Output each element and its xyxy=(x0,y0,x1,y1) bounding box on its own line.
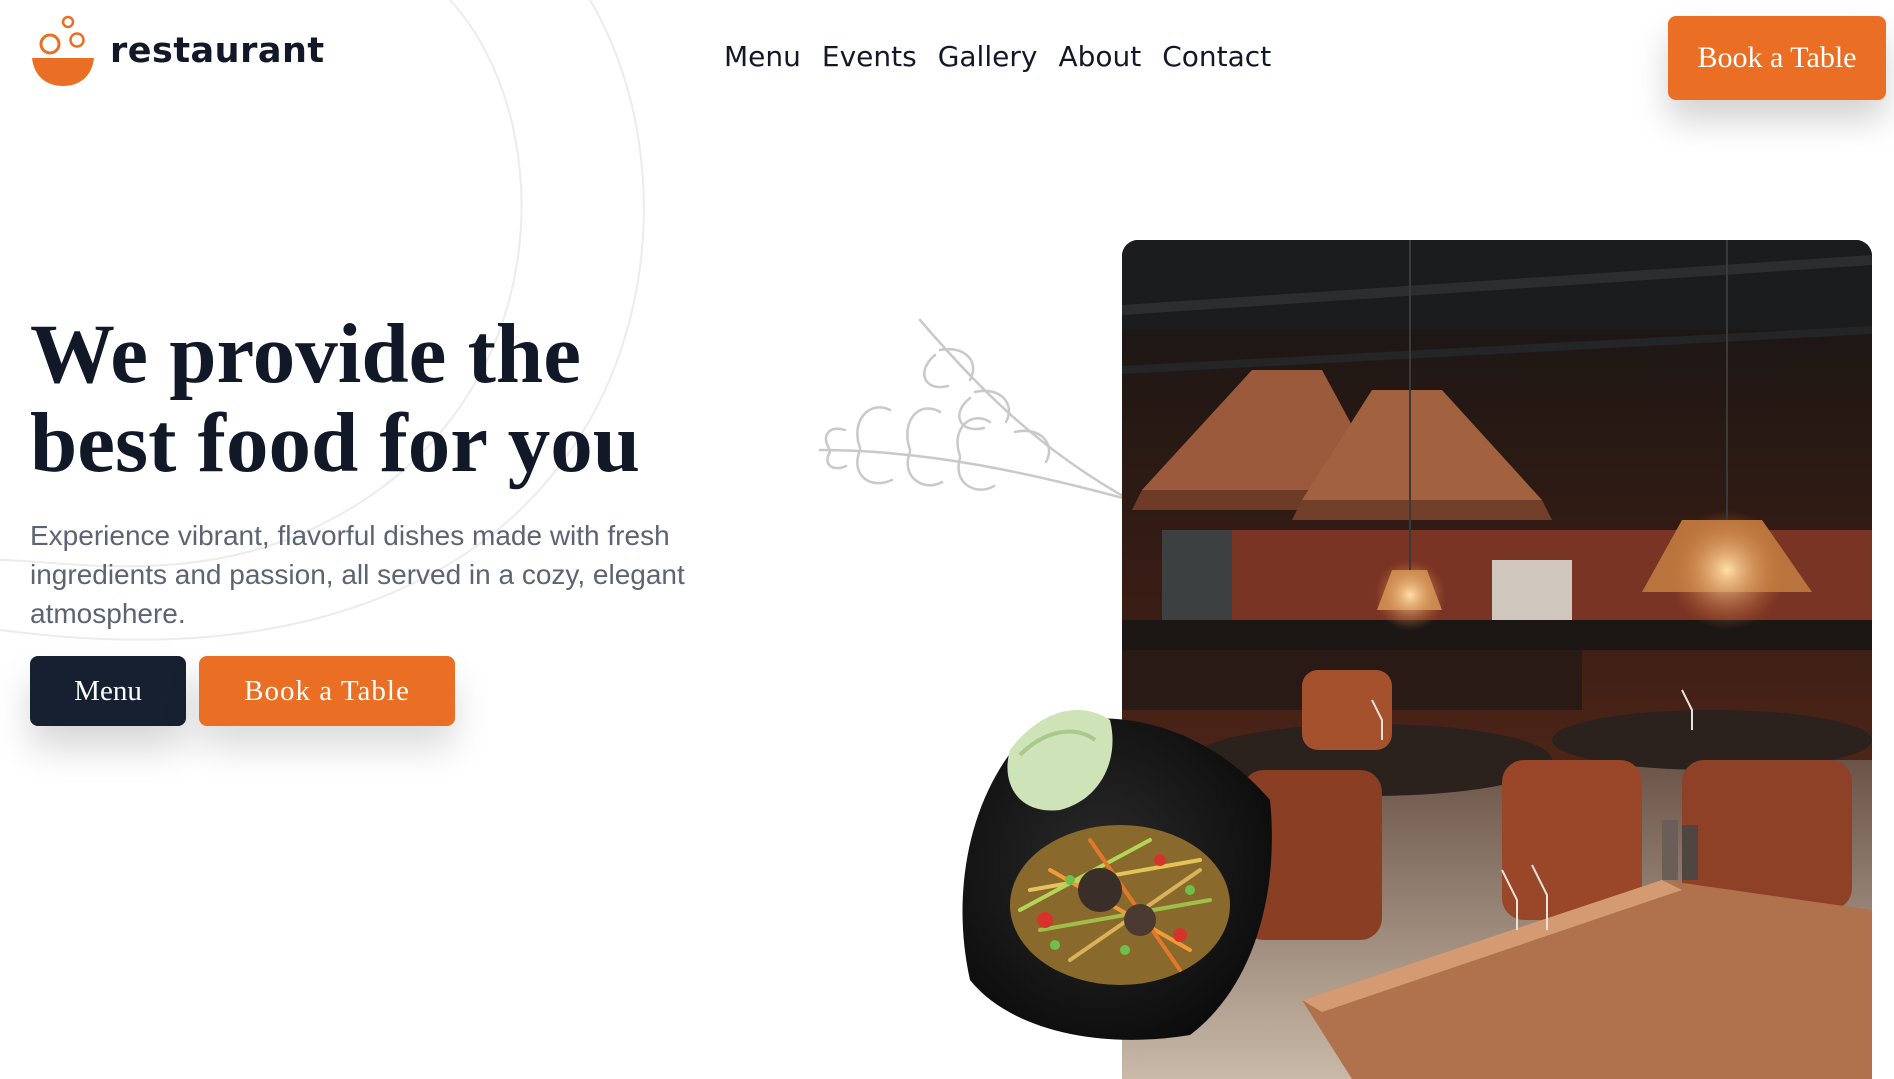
nav-item-gallery[interactable]: Gallery xyxy=(938,40,1038,73)
hero-title: We provide the best food for you xyxy=(30,310,730,488)
rosemary-sprig-icon xyxy=(818,318,1130,502)
nav-item-menu[interactable]: Menu xyxy=(724,40,801,73)
header-book-table-button[interactable]: Book a Table xyxy=(1668,16,1886,100)
hero-subtitle: Experience vibrant, flavorful dishes mad… xyxy=(30,520,685,629)
papaya-salad-dish-photo xyxy=(962,710,1272,1040)
bowl-logo-icon xyxy=(32,15,94,86)
nav-item-contact[interactable]: Contact xyxy=(1162,40,1271,73)
nav-item-events[interactable]: Events xyxy=(822,40,917,73)
hero-book-table-button[interactable]: Book a Table xyxy=(199,656,455,726)
hero-title-line-2: best food for you xyxy=(30,396,640,490)
main-nav: Menu Events Gallery About Contact xyxy=(724,40,1271,73)
brand-name: restaurant xyxy=(110,31,325,71)
nav-item-about[interactable]: About xyxy=(1058,40,1141,73)
hero-title-line-1: We provide the xyxy=(30,307,581,401)
brand-logo[interactable]: restaurant xyxy=(30,14,325,88)
hero-menu-button[interactable]: Menu xyxy=(30,656,186,726)
